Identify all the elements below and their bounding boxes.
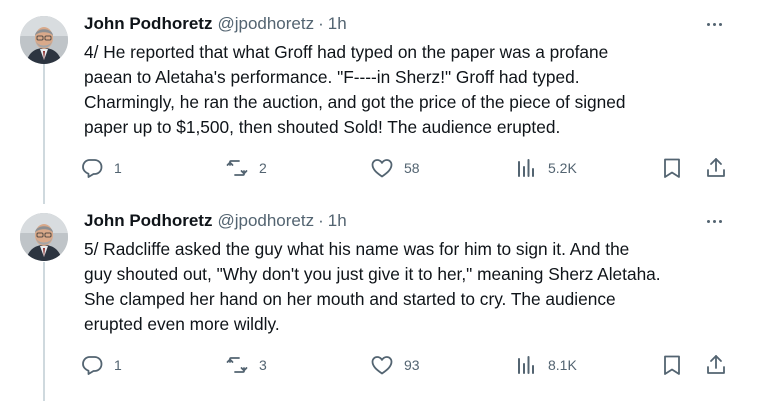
author-name[interactable]: John Podhoretz [84,14,212,34]
bookmark-icon [660,156,684,180]
views-button[interactable]: 5.2K [514,156,577,180]
share-upload-icon [704,156,728,180]
author-handle[interactable]: @jpodhoretz [217,211,314,231]
repost-arrows-icon [225,156,249,180]
like-button[interactable]: 93 [370,353,420,377]
tweet-header: John Podhoretz @jpodhoretz · 1h [84,14,347,34]
author-name[interactable]: John Podhoretz [84,211,212,231]
reply-button[interactable]: 1 [80,353,122,377]
view-count: 8.1K [548,357,577,373]
avatar[interactable] [20,16,68,64]
bar-chart-icon [514,156,538,180]
repost-count: 2 [259,160,267,176]
timestamp[interactable]: 1h [328,211,347,231]
view-count: 5.2K [548,160,577,176]
share-upload-icon [704,353,728,377]
ellipsis-icon[interactable] [703,211,725,231]
timestamp[interactable]: 1h [328,14,347,34]
repost-count: 3 [259,357,267,373]
tweet-text: 4/ He reported that what Groff had typed… [84,42,626,137]
repost-button[interactable]: 2 [225,156,267,180]
share-button[interactable] [704,353,728,377]
like-count: 58 [404,160,420,176]
heart-icon [370,353,394,377]
views-button[interactable]: 8.1K [514,353,577,377]
like-button[interactable]: 58 [370,156,420,180]
separator-dot: · [318,14,324,33]
share-button[interactable] [704,156,728,180]
tweet-header: John Podhoretz @jpodhoretz · 1h [84,211,347,231]
bookmark-button[interactable] [660,156,684,180]
like-count: 93 [404,357,420,373]
tweet-actions: 1 3 93 8.1K [80,353,740,377]
tweet-actions: 1 2 58 5.2K [80,156,740,180]
bookmark-icon [660,353,684,377]
bar-chart-icon [514,353,538,377]
separator-dot: · [318,211,324,230]
reply-count: 1 [114,357,122,373]
reply-button[interactable]: 1 [80,156,122,180]
tweet-text: 5/ Radcliffe asked the guy what his name… [84,239,661,334]
bookmark-button[interactable] [660,353,684,377]
heart-icon [370,156,394,180]
speech-bubble-icon [80,156,104,180]
reply-count: 1 [114,160,122,176]
ellipsis-icon[interactable] [703,14,725,34]
repost-button[interactable]: 3 [225,353,267,377]
avatar[interactable] [20,213,68,261]
tweet[interactable]: John Podhoretz @jpodhoretz · 1h 5/ Radcl… [0,197,761,401]
tweet[interactable]: John Podhoretz @jpodhoretz · 1h 4/ He re… [0,0,761,197]
speech-bubble-icon [80,353,104,377]
author-handle[interactable]: @jpodhoretz [217,14,314,34]
repost-arrows-icon [225,353,249,377]
